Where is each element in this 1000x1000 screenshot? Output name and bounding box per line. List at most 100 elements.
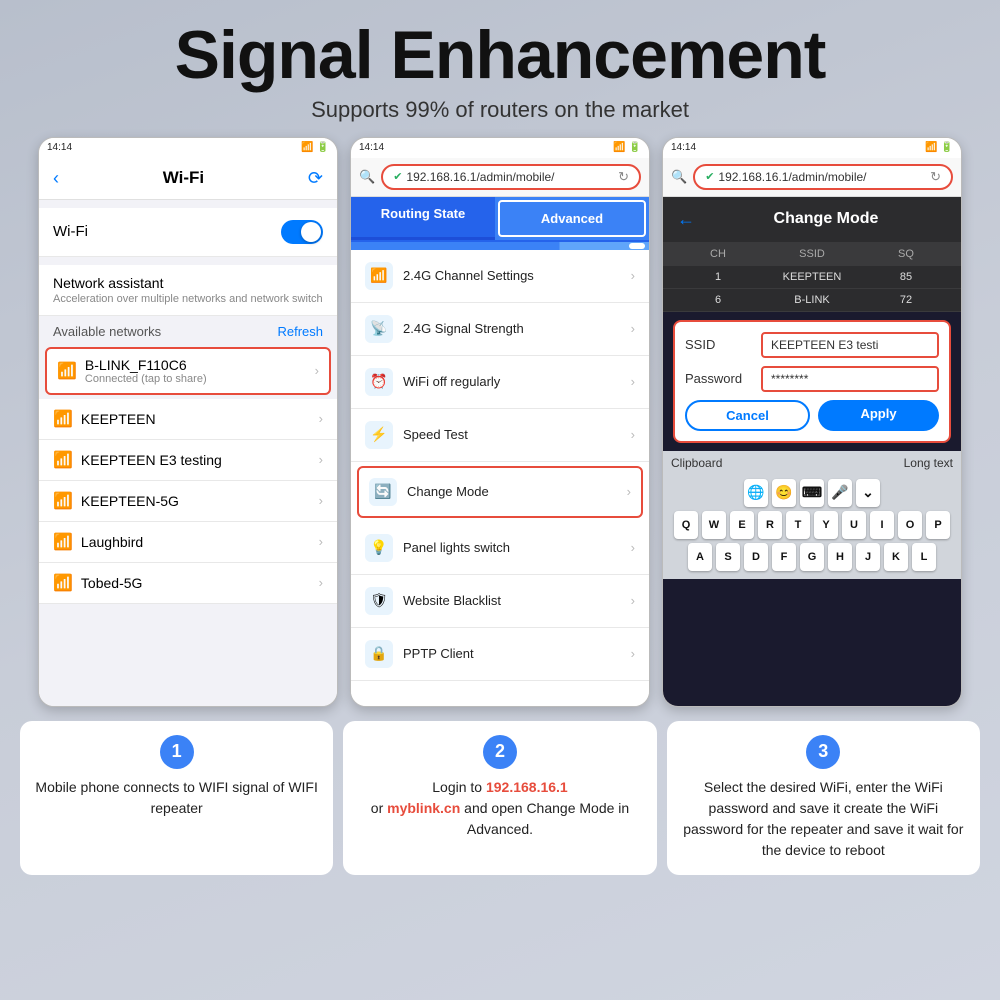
- td-sq-2: 72: [859, 294, 953, 306]
- key-g[interactable]: G: [800, 543, 824, 571]
- key-w[interactable]: W: [702, 511, 726, 539]
- chevron-icon: ›: [319, 452, 323, 467]
- cancel-apply-row: Cancel Apply: [685, 400, 939, 431]
- menu-item-channel[interactable]: 📶 2.4G Channel Settings ›: [351, 250, 649, 303]
- ssid-input[interactable]: KEEPTEEN E3 testi: [761, 332, 939, 358]
- ssid-field-row: SSID KEEPTEEN E3 testi: [685, 332, 939, 358]
- connected-network-item[interactable]: 📶 B-LINK_F110C6 Connected (tap to share)…: [45, 347, 331, 395]
- wifi-title: Wi-Fi: [163, 168, 204, 188]
- chevron-icon: ›: [315, 363, 319, 378]
- tab-routing-state[interactable]: Routing State: [351, 197, 495, 240]
- url-text: 192.168.16.1/admin/mobile/: [718, 170, 866, 184]
- emoji-key[interactable]: 🌐: [744, 479, 768, 507]
- key-j[interactable]: J: [856, 543, 880, 571]
- pptp-icon: 🔒: [365, 640, 393, 668]
- key-i[interactable]: I: [870, 511, 894, 539]
- password-input[interactable]: ********: [761, 366, 939, 392]
- back-icon[interactable]: ‹: [53, 168, 59, 189]
- signal-icon: 📡: [365, 315, 393, 343]
- tab-advanced[interactable]: Advanced: [498, 200, 646, 237]
- phone3-browser-bar: 🔍 ✔ 192.168.16.1/admin/mobile/ ↻: [663, 158, 961, 197]
- key-k[interactable]: K: [884, 543, 908, 571]
- key-d[interactable]: D: [744, 543, 768, 571]
- key-a[interactable]: A: [688, 543, 712, 571]
- table-row-2[interactable]: 6 B-LINK 72: [663, 289, 961, 312]
- menu-item-speedtest[interactable]: ⚡ Speed Test ›: [351, 409, 649, 462]
- key-u[interactable]: U: [842, 511, 866, 539]
- url-bar[interactable]: ✔ 192.168.16.1/admin/mobile/ ↻: [381, 164, 641, 190]
- key-q[interactable]: Q: [674, 511, 698, 539]
- menu-item-wifi-off[interactable]: ⏰ WiFi off regularly ›: [351, 356, 649, 409]
- chevron-icon: ›: [631, 593, 635, 608]
- key-f[interactable]: F: [772, 543, 796, 571]
- menu-item-change-mode[interactable]: 🔄 Change Mode ›: [357, 466, 643, 518]
- phone-2: 14:14 📶 🔋 🔍 ✔ 192.168.16.1/admin/mobile/…: [350, 137, 650, 707]
- network-item-laughbird[interactable]: 📶Laughbird ›: [39, 522, 337, 563]
- th-ssid: SSID: [765, 248, 859, 260]
- ssid-password-box: SSID KEEPTEEN E3 testi Password ********…: [673, 320, 951, 443]
- chevron-icon: ›: [631, 374, 635, 389]
- chevron-icon: ›: [631, 321, 635, 336]
- key-y[interactable]: Y: [814, 511, 838, 539]
- url-text: 192.168.16.1/admin/mobile/: [406, 170, 554, 184]
- phone-3: 14:14 📶 🔋 🔍 ✔ 192.168.16.1/admin/mobile/…: [662, 137, 962, 707]
- network-item-keepteen[interactable]: 📶KEEPTEEN ›: [39, 399, 337, 440]
- phone1-status-bar: 14:14 📶 🔋: [39, 138, 337, 158]
- apply-button[interactable]: Apply: [818, 400, 939, 431]
- ssid-label: SSID: [685, 337, 755, 352]
- wifi-label: Wi-Fi: [53, 223, 88, 240]
- table-row-1[interactable]: 1 KEEPTEEN 85: [663, 266, 961, 289]
- network-item-tobed-5g[interactable]: 📶Tobed-5G ›: [39, 563, 337, 604]
- phones-row: 14:14 📶 🔋 ‹ Wi-Fi ⟳ Wi-Fi Network assist…: [20, 137, 980, 707]
- key-s[interactable]: S: [716, 543, 740, 571]
- chevron-icon: ›: [631, 646, 635, 661]
- refresh-button[interactable]: Refresh: [277, 324, 323, 339]
- phone3-url-bar[interactable]: ✔ 192.168.16.1/admin/mobile/ ↻: [693, 164, 953, 190]
- chevron-icon: ›: [631, 268, 635, 283]
- emoji-key-2[interactable]: 😊: [772, 479, 796, 507]
- key-t[interactable]: T: [786, 511, 810, 539]
- wifi-toggle[interactable]: [281, 220, 323, 244]
- na-title: Network assistant: [53, 275, 323, 291]
- network-item-keepteen-5g[interactable]: 📶KEEPTEEN-5G ›: [39, 481, 337, 522]
- step-2-text: Login to 192.168.16.1 or myblink.cn and …: [355, 777, 644, 840]
- key-o[interactable]: O: [898, 511, 922, 539]
- browser-bar: 🔍 ✔ 192.168.16.1/admin/mobile/ ↻: [351, 158, 649, 197]
- longtext-label[interactable]: Long text: [904, 456, 953, 470]
- network-assistant[interactable]: Network assistant Acceleration over mult…: [39, 265, 337, 316]
- wifi-table-header: CH SSID SQ: [663, 242, 961, 266]
- chevron-icon: ›: [319, 534, 323, 549]
- panel-icon: 💡: [365, 534, 393, 562]
- menu-item-blacklist[interactable]: 🛡 Website Blacklist ›: [351, 575, 649, 628]
- td-ch-2: 6: [671, 294, 765, 306]
- mic-icon-key[interactable]: 🎤: [828, 479, 852, 507]
- connected-net-sub: Connected (tap to share): [85, 373, 207, 385]
- available-header: Available networks Refresh: [39, 316, 337, 343]
- step-3-number: 3: [806, 735, 840, 769]
- key-r[interactable]: R: [758, 511, 782, 539]
- scan-icon[interactable]: ⟳: [308, 168, 323, 189]
- chevron-down-key[interactable]: ⌄: [856, 479, 880, 507]
- menu-item-panel[interactable]: 💡 Panel lights switch ›: [351, 522, 649, 575]
- step-3-card: 3 Select the desired WiFi, enter the WiF…: [667, 721, 980, 875]
- wifi-icon: 📶: [53, 409, 73, 429]
- chevron-icon: ›: [627, 484, 631, 499]
- step-2-number: 2: [483, 735, 517, 769]
- refresh-icon[interactable]: ↻: [930, 169, 941, 185]
- refresh-icon[interactable]: ↻: [618, 169, 629, 185]
- cm-back-icon[interactable]: ←: [677, 209, 695, 230]
- network-item-keepteen-e3[interactable]: 📶KEEPTEEN E3 testing ›: [39, 440, 337, 481]
- chevron-icon: ›: [631, 427, 635, 442]
- menu-item-signal[interactable]: 📡 2.4G Signal Strength ›: [351, 303, 649, 356]
- cancel-button[interactable]: Cancel: [685, 400, 810, 431]
- menu-item-pptp[interactable]: 🔒 PPTP Client ›: [351, 628, 649, 681]
- key-p[interactable]: P: [926, 511, 950, 539]
- phone3-content: 🔍 ✔ 192.168.16.1/admin/mobile/ ↻ ← Chang…: [663, 158, 961, 706]
- key-l[interactable]: L: [912, 543, 936, 571]
- keyboard-icon-key[interactable]: ⌨: [800, 479, 824, 507]
- key-e[interactable]: E: [730, 511, 754, 539]
- phone2-content: 🔍 ✔ 192.168.16.1/admin/mobile/ ↻ Routing…: [351, 158, 649, 706]
- key-h[interactable]: H: [828, 543, 852, 571]
- clipboard-label[interactable]: Clipboard: [671, 456, 722, 470]
- td-ssid-2: B-LINK: [765, 294, 859, 306]
